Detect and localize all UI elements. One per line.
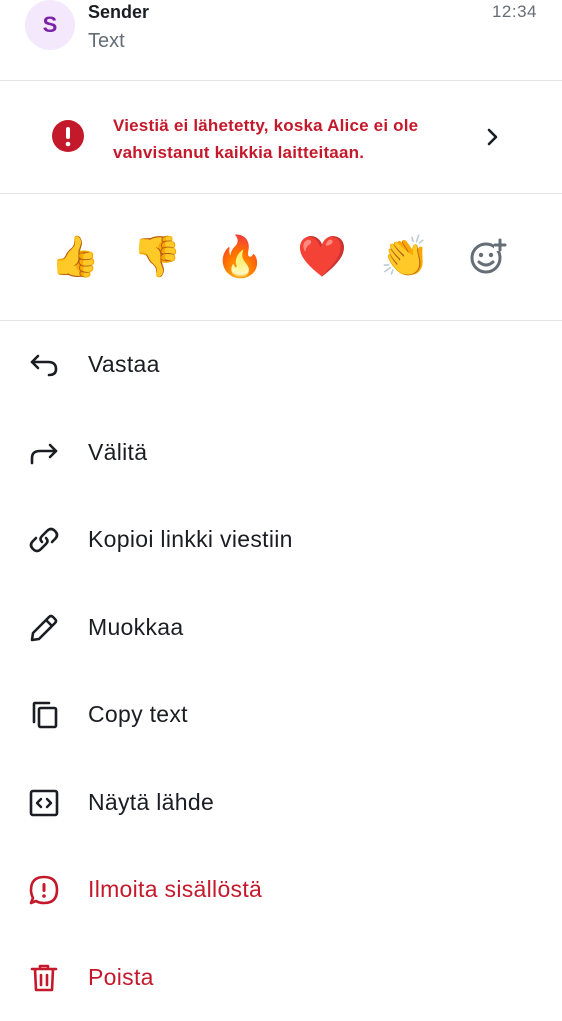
menu-item-label: Välitä [88,439,147,466]
code-icon [27,786,61,820]
message-header: S Sender Text 12:34 [0,0,562,80]
error-icon [52,120,84,152]
menu-item-forward[interactable]: Välitä [0,409,562,497]
menu-item-copy-text[interactable]: Copy text [0,671,562,759]
menu-item-label: Näytä lähde [88,789,214,816]
link-icon [27,523,61,557]
timestamp: 12:34 [492,2,537,22]
sender-name: Sender [88,2,149,23]
menu-item-copy-link[interactable]: Kopioi linkki viestiin [0,496,562,584]
copy-icon [27,698,61,732]
menu-item-label: Copy text [88,701,188,728]
chevron-right-icon [480,125,504,149]
menu-item-reply[interactable]: Vastaa [0,321,562,409]
send-failure-banner[interactable]: Viestiä ei lähetetty, koska Alice ei ole… [0,81,562,193]
message-preview: Text [88,30,125,53]
edit-icon [27,611,61,645]
quick-reactions: 👍 👎 🔥 ❤️ 👏 [0,194,562,320]
menu-item-edit[interactable]: Muokkaa [0,584,562,672]
menu-item-label: Ilmoita sisällöstä [88,876,262,903]
menu-item-view-source[interactable]: Näytä lähde [0,759,562,847]
forward-icon [27,436,61,470]
reaction-clap[interactable]: 👏 [380,232,430,282]
avatar: S [25,0,75,50]
delete-icon [27,961,61,995]
menu-item-report[interactable]: Ilmoita sisällöstä [0,846,562,934]
reaction-heart[interactable]: ❤️ [297,232,347,282]
message-actions-menu: Vastaa Välitä Kopioi linkki viestiin Muo… [0,321,562,1021]
menu-item-label: Kopioi linkki viestiin [88,526,293,553]
send-failure-message: Viestiä ei lähetetty, koska Alice ei ole… [113,112,463,166]
report-icon [27,873,61,907]
reply-icon [27,348,61,382]
reaction-thumbs-up[interactable]: 👍 [50,232,100,282]
menu-item-label: Vastaa [88,351,160,378]
add-reaction-icon[interactable] [462,232,512,282]
menu-item-label: Poista [88,964,154,991]
reaction-fire[interactable]: 🔥 [215,232,265,282]
reaction-thumbs-down[interactable]: 👎 [132,232,182,282]
menu-item-delete[interactable]: Poista [0,934,562,1021]
menu-item-label: Muokkaa [88,614,183,641]
